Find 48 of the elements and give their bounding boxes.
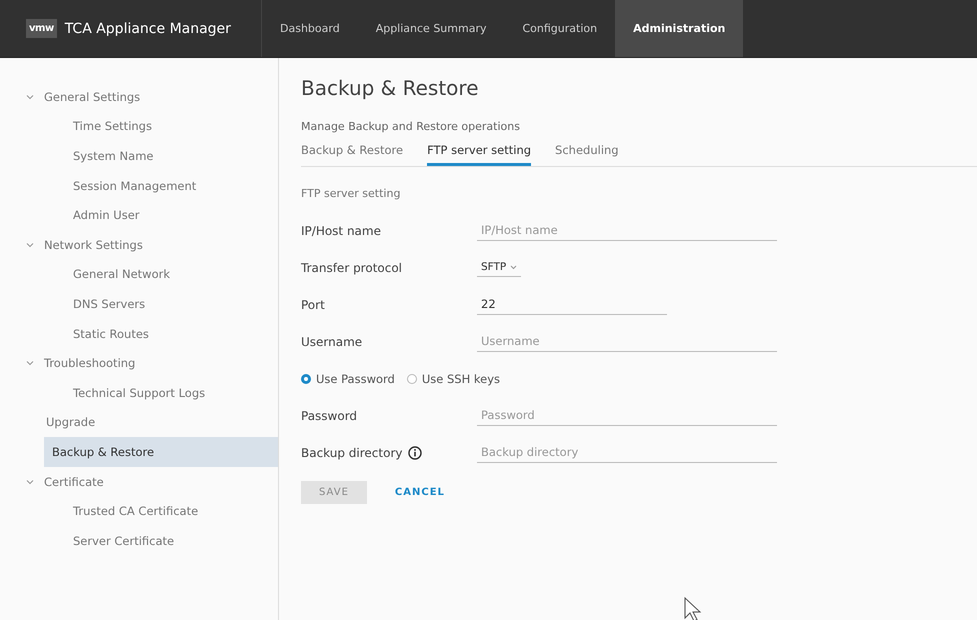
caret-icon	[510, 264, 518, 270]
input-field[interactable]: Password	[477, 405, 777, 426]
sidebar-item[interactable]: Upgrade	[0, 408, 278, 438]
field-label: Port	[301, 298, 325, 312]
chevron-icon	[26, 94, 34, 100]
input-field[interactable]: IP/Host name	[477, 220, 777, 241]
field-label: Backup directory	[301, 446, 402, 460]
chevron-icon	[26, 478, 34, 485]
field-label: Password	[301, 408, 358, 422]
nav-tab[interactable]: Appliance Summary	[358, 0, 504, 57]
nav-tab[interactable]: Dashboard	[262, 0, 358, 57]
protocol-select[interactable]: SFTP	[477, 258, 522, 277]
sidebar-item[interactable]: Session Management	[0, 170, 278, 200]
input-field[interactable]: Username	[477, 331, 777, 352]
chevron-icon	[26, 360, 34, 366]
sidebar-item[interactable]: General Settings	[0, 82, 278, 112]
sidebar-item[interactable]: Network Settings	[0, 230, 278, 260]
sidebar-item[interactable]: Server Certificate	[0, 526, 278, 556]
tab[interactable]: FTP server setting	[427, 143, 532, 166]
sidebar-item[interactable]: Static Routes	[0, 318, 278, 348]
chevron-icon	[26, 242, 34, 248]
logo: vmw	[26, 19, 57, 38]
sidebar-item[interactable]: DNS Servers	[0, 289, 278, 319]
nav-tab[interactable]: Configuration	[504, 0, 616, 57]
field-label: Transfer protocol	[301, 260, 402, 274]
page-title: Backup & Restore	[301, 76, 480, 100]
input-field[interactable]: Backup directory	[477, 442, 777, 463]
tab[interactable]: Backup & Restore	[301, 143, 404, 166]
port-field[interactable]: 22	[477, 294, 667, 315]
radio-option[interactable]: Use Password	[301, 372, 395, 386]
sidebar-item[interactable]: System Name	[0, 141, 278, 171]
sidebar-item[interactable]: Certificate	[0, 466, 278, 496]
field-label: Username	[301, 334, 362, 348]
tab[interactable]: Scheduling	[555, 143, 619, 166]
sidebar-item[interactable]: Technical Support Logs	[0, 378, 278, 408]
radio-option[interactable]: Use SSH keys	[406, 372, 500, 386]
nav-tab[interactable]: Administration	[615, 0, 744, 57]
sidebar-item[interactable]: Trusted CA Certificate	[0, 496, 278, 526]
app-title: TCA Appliance Manager	[64, 20, 231, 36]
field-label: IP/Host name	[301, 224, 381, 238]
section-title: FTP server setting	[301, 187, 402, 200]
sidebar-item[interactable]: Time Settings	[0, 112, 278, 142]
sidebar-item[interactable]: Admin User	[0, 200, 278, 230]
sidebar-item[interactable]: Backup & Restore	[44, 437, 278, 467]
page-subtitle: Manage Backup and Restore operations	[301, 120, 521, 133]
sidebar-item[interactable]: General Network	[0, 260, 278, 290]
cancel-button[interactable]: CANCEL	[388, 486, 451, 499]
sidebar-item[interactable]: Troubleshooting	[0, 348, 278, 378]
